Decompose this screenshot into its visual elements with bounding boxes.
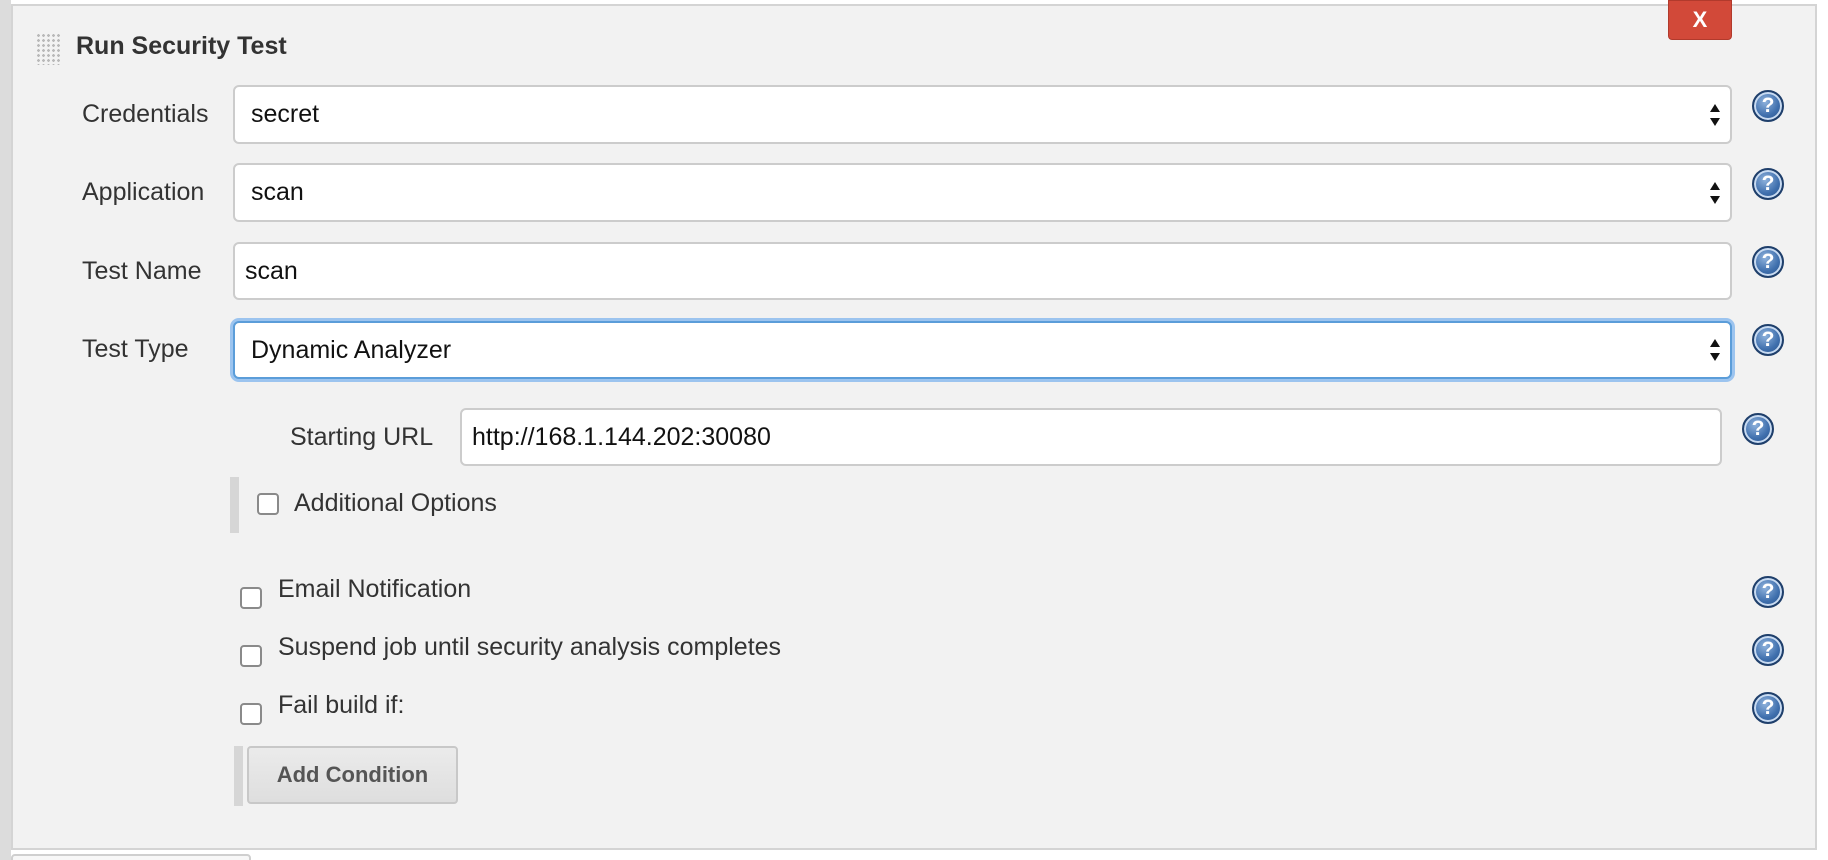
test-type-select[interactable]: Dynamic Analyzer (233, 321, 1732, 379)
test-type-label: Test Type (82, 335, 189, 363)
test-name-value: scan (245, 256, 298, 285)
suspend-job-label[interactable]: Suspend job until security analysis comp… (278, 633, 781, 662)
email-notification-help-icon[interactable]: ? (1752, 576, 1784, 608)
suspend-job-help-icon[interactable]: ? (1752, 634, 1784, 666)
section-title: Run Security Test (76, 32, 287, 60)
conditions-group-bar (234, 746, 243, 806)
additional-options-label[interactable]: Additional Options (294, 489, 497, 518)
close-button[interactable]: X (1668, 0, 1732, 40)
select-arrows-icon (1710, 103, 1720, 126)
application-value: scan (251, 178, 304, 206)
drag-handle-icon[interactable] (36, 33, 60, 65)
email-notification-label[interactable]: Email Notification (278, 575, 471, 604)
test-name-help-icon[interactable]: ? (1752, 246, 1784, 278)
next-section-tab (11, 854, 251, 860)
test-name-label: Test Name (82, 257, 202, 285)
select-arrows-icon (1710, 181, 1720, 204)
add-condition-button[interactable]: Add Condition (247, 746, 458, 804)
fail-build-label[interactable]: Fail build if: (278, 691, 404, 720)
credentials-help-icon[interactable]: ? (1752, 90, 1784, 122)
starting-url-value: http://168.1.144.202:30080 (472, 422, 771, 451)
test-name-input[interactable]: scan (233, 242, 1732, 300)
additional-options-checkbox[interactable] (257, 493, 279, 515)
starting-url-label: Starting URL (290, 423, 434, 451)
email-notification-checkbox[interactable] (240, 587, 262, 609)
credentials-label: Credentials (82, 100, 209, 128)
fail-build-checkbox[interactable] (240, 703, 262, 725)
page: X Run Security Test Credentials secret ?… (0, 0, 1828, 860)
starting-url-help-icon[interactable]: ? (1742, 413, 1774, 445)
select-arrows-icon (1710, 339, 1720, 361)
credentials-select[interactable]: secret (233, 85, 1732, 144)
suspend-job-checkbox[interactable] (240, 645, 262, 667)
application-select[interactable]: scan (233, 163, 1732, 222)
additional-options-group-bar (230, 477, 239, 533)
application-label: Application (82, 178, 205, 206)
credentials-value: secret (251, 100, 320, 128)
left-rail (0, 0, 11, 860)
starting-url-input[interactable]: http://168.1.144.202:30080 (460, 408, 1722, 466)
test-type-value: Dynamic Analyzer (251, 335, 452, 364)
application-help-icon[interactable]: ? (1752, 168, 1784, 200)
test-type-help-icon[interactable]: ? (1752, 324, 1784, 356)
fail-build-help-icon[interactable]: ? (1752, 692, 1784, 724)
